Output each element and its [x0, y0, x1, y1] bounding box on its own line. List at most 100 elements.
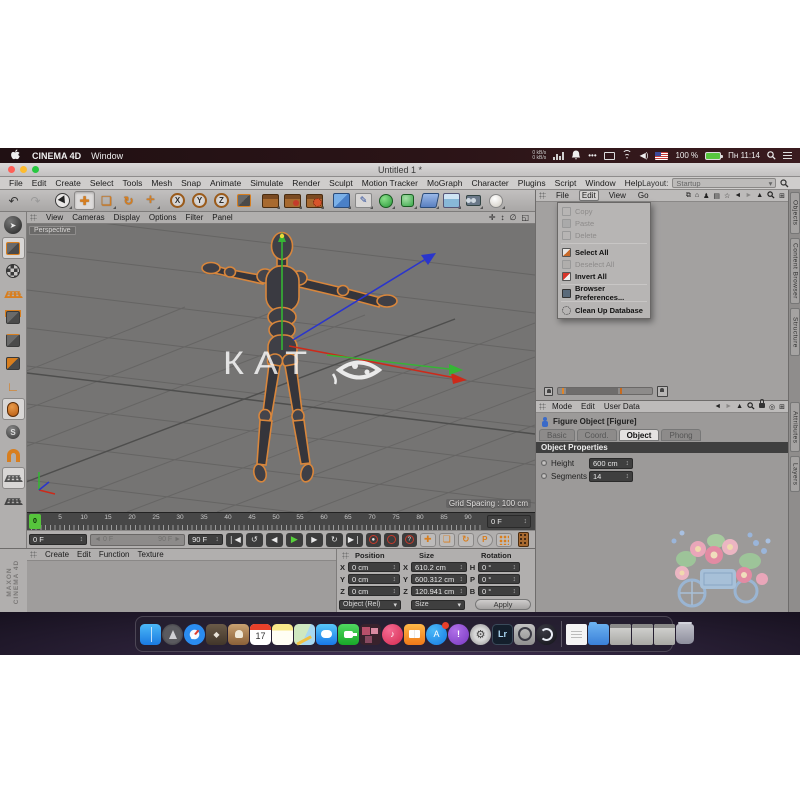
dock-mail-icon[interactable]: [206, 624, 227, 645]
dock-trash-icon[interactable]: [676, 624, 694, 644]
vp-menu-panel[interactable]: Panel: [212, 213, 232, 222]
size-x-field[interactable]: 610.2 cm↕: [411, 562, 467, 572]
make-editable-button[interactable]: ➤: [2, 214, 25, 236]
browser-menu-file[interactable]: File: [554, 191, 571, 200]
live-selection-tool[interactable]: [52, 191, 73, 210]
axis-mode-button[interactable]: ∟: [2, 375, 25, 397]
menu-animate[interactable]: Animate: [210, 178, 241, 188]
lock-icon[interactable]: [759, 403, 765, 410]
dock-itunes-icon[interactable]: ♪: [382, 624, 403, 645]
preview-range-slider[interactable]: ◄ 0 F90 F ►: [90, 534, 185, 546]
panel-handle-icon[interactable]: [30, 214, 37, 221]
menu-help[interactable]: Help: [625, 178, 642, 188]
dock-app-store-icon[interactable]: A: [426, 624, 447, 645]
menu-simulate[interactable]: Simulate: [250, 178, 283, 188]
add-light-button[interactable]: [485, 191, 506, 210]
apple-icon[interactable]: [8, 149, 24, 163]
rot-b-field[interactable]: 0 °↕: [478, 586, 520, 596]
menu-edit[interactable]: Edit: [32, 178, 47, 188]
browser-menu-edit[interactable]: Edit: [579, 190, 599, 201]
record-position-toggle[interactable]: ✚: [420, 533, 436, 547]
vp-menu-options[interactable]: Options: [149, 213, 177, 222]
last-used-tool[interactable]: ✛: [140, 191, 161, 210]
attr-add-icon[interactable]: ⊞: [779, 403, 785, 411]
layout-search-icon[interactable]: [780, 179, 789, 188]
keyframe-help-button[interactable]: ?: [402, 533, 417, 547]
dock-messages-icon[interactable]: [316, 624, 337, 645]
points-mode-button[interactable]: [2, 306, 25, 328]
menu-snap[interactable]: Snap: [181, 178, 201, 188]
mat-menu-create[interactable]: Create: [45, 550, 69, 559]
pan-view-icon[interactable]: ✛: [489, 213, 496, 222]
scale-tool[interactable]: ❏: [96, 191, 117, 210]
dock-document-icon[interactable]: [566, 624, 587, 645]
attr-back-icon[interactable]: ◄: [714, 403, 721, 410]
pos-x-field[interactable]: 0 cm↕: [348, 562, 400, 572]
menu-character[interactable]: Character: [471, 178, 508, 188]
go-to-end-button[interactable]: ▶❘: [346, 533, 363, 547]
object-properties-header[interactable]: Object Properties: [536, 442, 789, 453]
record-parameter-toggle[interactable]: P: [477, 533, 493, 547]
dock-facetime-icon[interactable]: [338, 624, 359, 645]
menubar-clock[interactable]: Пн 11:14: [728, 151, 760, 160]
next-key-button[interactable]: ▶: [306, 533, 323, 547]
dock-ibooks-icon[interactable]: [404, 624, 425, 645]
pos-z-field[interactable]: 0 cm↕: [348, 586, 400, 596]
record-keyframe-button[interactable]: ●: [366, 533, 381, 547]
catalog-icon[interactable]: ▤: [713, 192, 720, 200]
user-icon[interactable]: ♟: [703, 192, 709, 200]
lock-z-axis[interactable]: Z: [211, 191, 232, 210]
render-view-button[interactable]: [260, 191, 281, 210]
redo-button[interactable]: ↷: [25, 191, 46, 210]
dock-folder-icon[interactable]: [588, 624, 609, 645]
menu-create[interactable]: Create: [55, 178, 81, 188]
record-scale-toggle[interactable]: ❏: [439, 533, 455, 547]
add-panel-icon[interactable]: ⊞: [779, 192, 785, 200]
attr-menu-userdata[interactable]: User Data: [604, 402, 640, 411]
menu-window[interactable]: Window: [585, 178, 615, 188]
menu-render[interactable]: Render: [292, 178, 320, 188]
panel-handle-icon[interactable]: [30, 551, 37, 558]
vp-menu-view[interactable]: View: [46, 213, 63, 222]
panel-handle-icon[interactable]: [342, 552, 349, 559]
current-frame-field[interactable]: 0 F↕: [29, 534, 87, 545]
preset-icon[interactable]: ⧉: [686, 192, 691, 200]
attr-menu-mode[interactable]: Mode: [552, 402, 572, 411]
menu-tools[interactable]: Tools: [123, 178, 143, 188]
notification-center-icon[interactable]: [783, 152, 792, 160]
thumbnail-size-slider[interactable]: [557, 387, 653, 395]
dock-calendar-icon[interactable]: 17: [250, 624, 271, 645]
more-status-dots[interactable]: •••: [588, 151, 596, 160]
loop-button[interactable]: ↻: [326, 533, 343, 547]
vp-menu-display[interactable]: Display: [114, 213, 140, 222]
menu-mesh[interactable]: Mesh: [151, 178, 172, 188]
add-camera-button[interactable]: [463, 191, 484, 210]
dock-installer-icon[interactable]: [514, 624, 535, 645]
add-spline-button[interactable]: ✎: [353, 191, 374, 210]
dock-maps-icon[interactable]: [294, 624, 315, 645]
polygons-mode-button[interactable]: [2, 352, 25, 374]
tweak-mode-button[interactable]: [2, 398, 25, 420]
keyframe-dot-icon[interactable]: [541, 473, 547, 479]
volume-icon[interactable]: ◀): [640, 151, 649, 160]
menu-item-browser-preferences[interactable]: Browser Preferences...: [558, 287, 650, 299]
dock-notes-icon[interactable]: [272, 624, 293, 645]
solo-mode-button[interactable]: S: [2, 421, 25, 443]
keyframe-dot-icon[interactable]: [541, 460, 547, 466]
tab-phong[interactable]: Phong: [661, 429, 700, 441]
dock-minimized-window-2[interactable]: [632, 624, 653, 645]
menu-select[interactable]: Select: [90, 178, 114, 188]
browser-search-icon[interactable]: [767, 191, 775, 201]
dock-contacts-icon[interactable]: [228, 624, 249, 645]
wifi-icon[interactable]: [622, 152, 633, 160]
go-to-start-button[interactable]: ❘◀: [226, 533, 243, 547]
render-picture-viewer-button[interactable]: [282, 191, 303, 210]
input-language-flag-icon[interactable]: [655, 152, 668, 160]
mat-menu-edit[interactable]: Edit: [77, 550, 91, 559]
dock-minimized-window-1[interactable]: [610, 624, 631, 645]
zoom-view-icon[interactable]: ↕: [500, 213, 504, 222]
side-tab-layers[interactable]: Layers: [790, 456, 800, 492]
toggle-view-icon[interactable]: ◱: [521, 213, 529, 222]
pos-y-field[interactable]: 0 cm↕: [348, 574, 400, 584]
playhead[interactable]: 0: [29, 514, 41, 529]
